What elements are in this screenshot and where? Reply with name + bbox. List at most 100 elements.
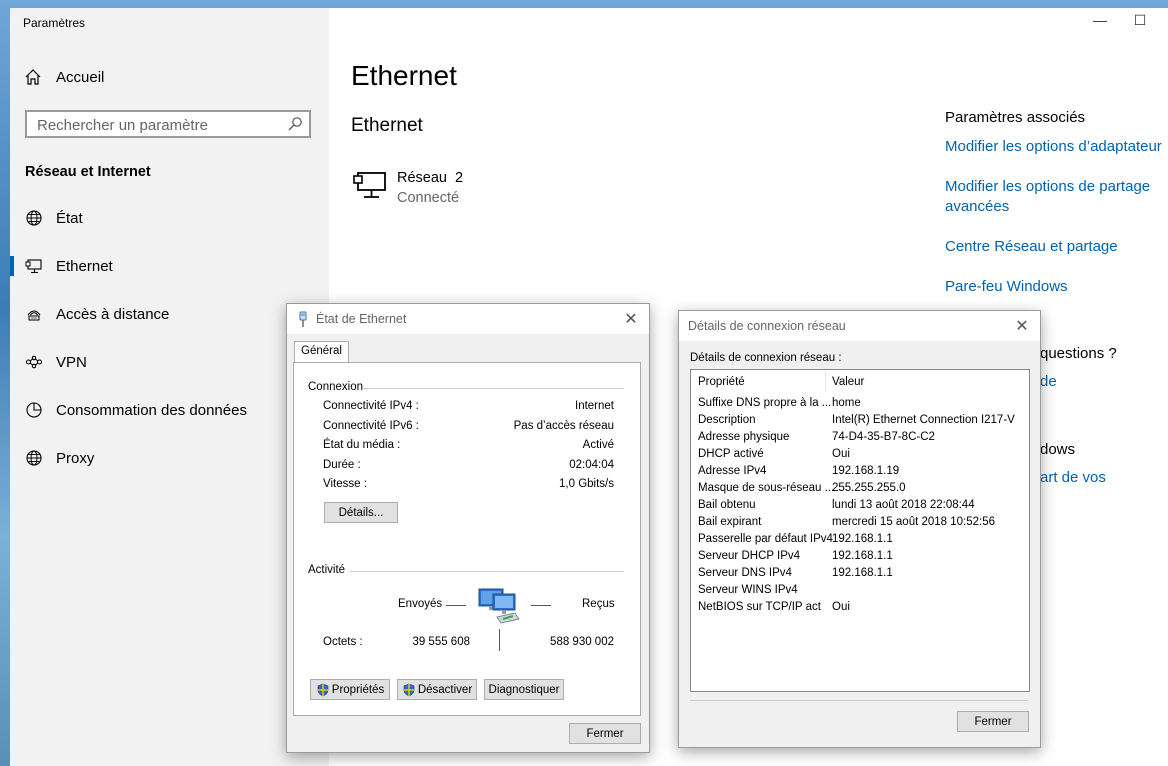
sidebar-item-label: État (56, 209, 83, 227)
detail-row-property[interactable]: Bail expirant (698, 516, 761, 528)
detail-row-value[interactable]: Oui (832, 601, 850, 613)
search-input[interactable]: Rechercher un paramètre (25, 110, 311, 138)
octets-label: Octets : (323, 636, 363, 648)
detail-row-value[interactable]: 192.168.1.1 (832, 533, 893, 545)
ipv4-value: Internet (575, 400, 614, 412)
recv-line (531, 605, 551, 606)
vpn-icon (24, 352, 44, 372)
sent-label: Envoyés (398, 598, 443, 610)
uac-shield-icon (317, 683, 329, 696)
connexion-group-label: Connexion (308, 381, 363, 393)
detail-row-property[interactable]: DHCP activé (698, 448, 764, 460)
properties-button[interactable]: Propriétés (310, 679, 390, 700)
minimize-button[interactable]: — (1085, 12, 1115, 28)
disable-label: Désactiver (417, 683, 473, 696)
detail-row-property[interactable]: Serveur DHCP IPv4 (698, 550, 800, 562)
partial-link-2[interactable]: art de vos (1040, 469, 1106, 486)
detail-row-value[interactable]: 192.168.1.19 (832, 465, 899, 477)
media-state-label: État du média : (323, 439, 401, 451)
detail-row-property[interactable]: Suffixe DNS propre à la ... (698, 397, 831, 409)
column-separator[interactable] (825, 372, 826, 392)
detail-row-property[interactable]: Serveur WINS IPv4 (698, 584, 798, 596)
home-icon (25, 69, 41, 85)
globe-icon (24, 448, 44, 468)
detail-row-value[interactable]: 192.168.1.1 (832, 550, 893, 562)
sidebar-item-label: Ethernet (56, 257, 113, 275)
detail-row-value[interactable]: Oui (832, 448, 850, 460)
window-title: Paramètres (23, 16, 86, 30)
column-header-value[interactable]: Valeur (832, 376, 864, 388)
disable-button[interactable]: Désactiver (397, 679, 477, 700)
detail-row-value[interactable]: mercredi 15 août 2018 10:52:56 (832, 516, 995, 528)
details-list[interactable]: Propriété Valeur Suffixe DNS propre à la… (690, 369, 1030, 692)
detail-row-value[interactable]: 74-D4-35-B7-8C-C2 (832, 431, 935, 443)
partial-heading: dows (1040, 441, 1076, 458)
ethernet-icon (24, 256, 44, 276)
sidebar-item-ethernet[interactable]: Ethernet (10, 246, 329, 286)
ipv4-label: Connectivité IPv4 : (323, 400, 419, 412)
connection-details-dialog: Détails de connexion réseau ✕ Détails de… (678, 310, 1041, 748)
sidebar-item-label: Proxy (56, 449, 95, 467)
sidebar: Paramètres Accueil Rechercher un paramèt… (10, 8, 329, 766)
link-adapter-options[interactable]: Modifier les options d’adaptateur (945, 137, 1168, 157)
group-divider (350, 571, 624, 572)
sidebar-item-acces-distance[interactable]: Accès à distance (10, 294, 329, 334)
ethernet-status-dialog: État de Ethernet ✕ Général Connexion Con… (286, 303, 650, 753)
diagnose-button[interactable]: Diagnostiquer (484, 679, 564, 700)
detail-row-property[interactable]: NetBIOS sur TCP/IP act (698, 601, 821, 613)
tab-panel: Connexion Connectivité IPv4 : Internet C… (293, 362, 641, 716)
ethernet-connection-icon[interactable] (353, 170, 387, 205)
detail-row-value[interactable]: Intel(R) Ethernet Connection I217-V (832, 414, 1015, 426)
close-icon[interactable]: ✕ (1012, 316, 1032, 336)
link-sharing-options[interactable]: Modifier les options de partage avancées (945, 177, 1168, 217)
detail-row-property[interactable]: Adresse physique (698, 431, 789, 443)
sidebar-item-label: Consommation des données (56, 401, 247, 419)
speed-label: Vitesse : (323, 478, 367, 490)
sidebar-item-etat[interactable]: État (10, 198, 329, 238)
ethernet-plug-icon (299, 311, 307, 327)
dialog-titlebar[interactable]: État de Ethernet ✕ (287, 304, 649, 334)
detail-row-property[interactable]: Passerelle par défaut IPv4 (698, 533, 833, 545)
data-usage-icon (24, 400, 44, 420)
detail-row-value[interactable]: 255.255.255.0 (832, 482, 906, 494)
media-state-value: Activé (582, 439, 614, 451)
related-settings-heading: Paramètres associés (945, 109, 1086, 126)
detail-row-property[interactable]: Serveur DNS IPv4 (698, 567, 792, 579)
detail-row-value[interactable]: home (832, 397, 861, 409)
detail-row-property[interactable]: Description (698, 414, 756, 426)
sidebar-item-consommation[interactable]: Consommation des données (10, 390, 329, 430)
dialog-divider (690, 700, 1028, 701)
search-icon[interactable] (287, 116, 303, 132)
properties-label: Propriétés (331, 683, 385, 696)
sent-line (446, 605, 466, 606)
close-icon[interactable]: ✕ (621, 309, 641, 329)
close-button[interactable]: Fermer (957, 711, 1029, 732)
close-button[interactable]: Fermer (569, 723, 641, 744)
sidebar-item-vpn[interactable]: VPN (10, 342, 329, 382)
detail-row-property[interactable]: Masque de sous-réseau ... (698, 482, 834, 494)
partial-questions-heading: questions ? (1040, 345, 1117, 362)
column-header-property[interactable]: Propriété (698, 376, 745, 388)
tab-general[interactable]: Général (294, 341, 349, 362)
partial-link[interactable]: de (1040, 373, 1057, 390)
octets-recv-value: 588 930 002 (550, 636, 614, 648)
detail-row-value[interactable]: lundi 13 août 2018 22:08:44 (832, 499, 975, 511)
maximize-button[interactable]: ☐ (1125, 12, 1155, 29)
link-network-center[interactable]: Centre Réseau et partage (945, 237, 1168, 257)
dialup-icon (24, 304, 44, 324)
octets-divider (499, 629, 500, 651)
detail-row-property[interactable]: Adresse IPv4 (698, 465, 766, 477)
detail-row-property[interactable]: Bail obtenu (698, 499, 756, 511)
duration-label: Durée : (323, 459, 361, 471)
octets-sent-value: 39 555 608 (412, 636, 470, 648)
group-divider (362, 388, 624, 389)
sidebar-item-proxy[interactable]: Proxy (10, 438, 329, 478)
details-button[interactable]: Détails... (324, 502, 398, 523)
dialog-titlebar[interactable]: Détails de connexion réseau ✕ (679, 311, 1040, 341)
home-label: Accueil (56, 68, 105, 86)
network-name[interactable]: Réseau 2 (397, 170, 463, 186)
home-link[interactable]: Accueil (24, 68, 104, 86)
dialog-title: Détails de connexion réseau (688, 319, 846, 333)
link-firewall[interactable]: Pare-feu Windows (945, 277, 1168, 297)
detail-row-value[interactable]: 192.168.1.1 (832, 567, 893, 579)
